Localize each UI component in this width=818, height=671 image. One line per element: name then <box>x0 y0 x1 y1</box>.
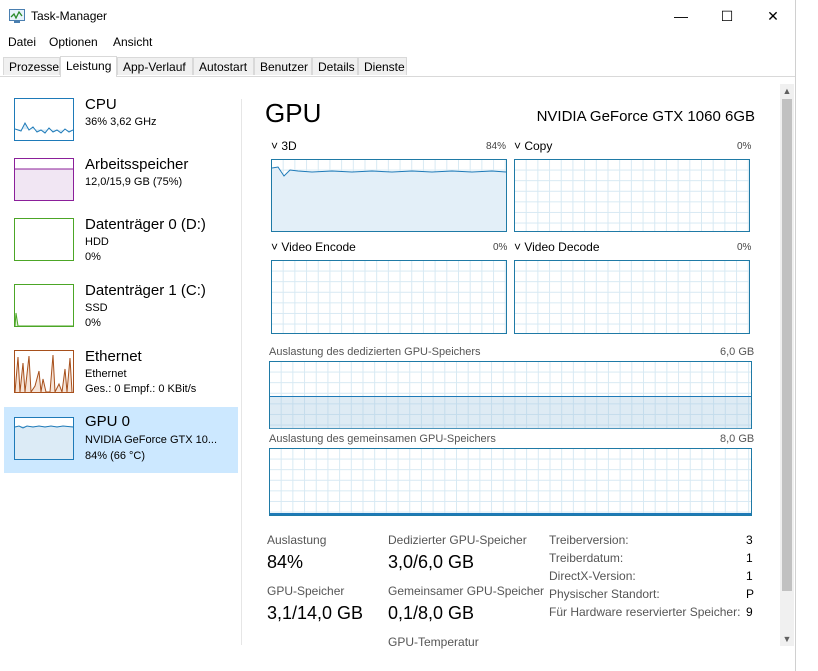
sidebar-sub-datentraeger-0-usage: 0% <box>85 251 101 263</box>
dedicated-memory-stat-label: Dedizierter GPU-Speicher <box>388 533 527 547</box>
sidebar-label-datentraeger-0: Datenträger 0 (D:) <box>85 216 206 233</box>
shared-memory-graph <box>269 448 752 516</box>
physical-location-key: Physischer Standort: <box>549 587 660 601</box>
maximize-button[interactable]: ☐ <box>704 0 750 32</box>
tab-autostart[interactable]: Autostart <box>193 57 254 75</box>
driver-date-value: 1 <box>746 551 753 565</box>
sidebar-label-arbeitsspeicher: Arbeitsspeicher <box>85 156 189 173</box>
engine-copy-graph <box>514 159 750 232</box>
dedicated-memory-fill <box>270 396 751 429</box>
menu-ansicht[interactable]: Ansicht <box>113 35 152 49</box>
dedicated-memory-max: 6,0 GB <box>720 346 755 358</box>
engine-video-decode-name: Video Decode <box>524 240 600 254</box>
driver-version-value: 3 <box>746 533 753 547</box>
dedicated-memory-stat-value: 3,0/6,0 GB <box>388 552 475 572</box>
ethernet-thumbnail-graph <box>14 350 74 393</box>
sidebar-item-cpu[interactable]: CPU 36% 3,62 GHz <box>4 90 238 156</box>
sidebar-sub-arbeitsspeicher: 12,0/15,9 GB (75%) <box>85 176 183 188</box>
scroll-down-arrow-icon[interactable]: ▼ <box>780 632 794 646</box>
engine-3d-percent: 84% <box>486 141 507 152</box>
tab-leistung[interactable]: Leistung <box>60 56 117 77</box>
directx-version-key: DirectX-Version: <box>549 569 636 583</box>
engine-video-encode-label[interactable]: ˅ Video Encode <box>271 240 356 254</box>
scroll-up-arrow-icon[interactable]: ▲ <box>780 84 794 98</box>
sidebar-item-datentraeger-1[interactable]: Datenträger 1 (C:) SSD 0% <box>4 276 238 342</box>
engine-3d-label[interactable]: ˅ 3D <box>271 139 297 153</box>
utilization-value: 84% <box>267 552 304 572</box>
engine-copy-percent: 0% <box>737 141 752 152</box>
sidebar-item-gpu-0[interactable]: GPU 0 NVIDIA GeForce GTX 10... 84% (66 °… <box>4 407 238 473</box>
memory-thumbnail-graph <box>14 158 74 201</box>
dedicated-memory-label: Auslastung des dedizierten GPU-Speichers <box>269 346 481 358</box>
sidebar-label-datentraeger-1: Datenträger 1 (C:) <box>85 282 206 299</box>
engine-copy-name: Copy <box>524 139 553 153</box>
tab-app-verlauf[interactable]: App-Verlauf <box>117 57 193 75</box>
shared-memory-stat-label: Gemeinsamer GPU-Speicher <box>388 584 545 598</box>
gpu-model-name: NVIDIA GeForce GTX 1060 6GB <box>536 108 755 125</box>
engine-copy-label[interactable]: ˅ Copy <box>514 139 552 153</box>
close-button[interactable]: ✕ <box>750 0 796 32</box>
gpu-memory-value: 3,1/14,0 GB <box>267 603 364 623</box>
sidebar-sub-gpu-0-model: NVIDIA GeForce GTX 10... <box>85 434 218 446</box>
minimize-button[interactable]: — <box>658 0 704 32</box>
shared-memory-stat-value: 0,1/8,0 GB <box>388 603 475 623</box>
sidebar-item-ethernet[interactable]: Ethernet Ethernet Ges.: 0 Empf.: 0 KBit/… <box>4 342 238 408</box>
sidebar-label-gpu-0: GPU 0 <box>85 413 131 430</box>
shared-memory-max: 8,0 GB <box>720 433 755 445</box>
physical-location-value: P <box>746 587 755 601</box>
tab-benutzer[interactable]: Benutzer <box>254 57 312 75</box>
sidebar-sub-ethernet-throughput: Ges.: 0 Empf.: 0 KBit/s <box>85 383 197 395</box>
utilization-label: Auslastung <box>267 533 327 547</box>
reserved-memory-key: Für Hardware reservierter Speicher: <box>549 605 741 619</box>
tab-prozesse[interactable]: Prozesse <box>3 57 60 75</box>
sidebar-label-ethernet: Ethernet <box>85 348 142 365</box>
dedicated-memory-graph <box>269 361 752 429</box>
engine-3d-graph <box>271 159 507 232</box>
sidebar-sub-cpu: 36% 3,62 GHz <box>85 116 157 128</box>
gpu-temperature-label: GPU-Temperatur <box>388 635 479 649</box>
menu-optionen[interactable]: Optionen <box>49 35 98 49</box>
shared-memory-fill <box>270 513 751 515</box>
engine-video-encode-percent: 0% <box>493 242 508 253</box>
disk1-thumbnail-graph <box>14 284 74 327</box>
window-title: Task-Manager <box>31 9 108 23</box>
task-manager-icon <box>9 9 25 23</box>
sidebar-label-cpu: CPU <box>85 96 117 113</box>
title-bar: Task-Manager — ☐ ✕ <box>0 0 795 32</box>
sidebar-sub-datentraeger-1-usage: 0% <box>85 317 101 329</box>
gpu-memory-label: GPU-Speicher <box>267 584 345 598</box>
engine-video-decode-percent: 0% <box>737 242 752 253</box>
scrollbar-thumb[interactable] <box>782 99 792 591</box>
engine-video-decode-label[interactable]: ˅ Video Decode <box>514 240 600 254</box>
directx-version-value: 1 <box>746 569 753 583</box>
page-title: GPU <box>265 98 322 128</box>
sidebar-sub-datentraeger-0-type: HDD <box>85 236 109 248</box>
cpu-thumbnail-graph <box>14 98 74 141</box>
tab-bar: Prozesse Leistung App-Verlauf Autostart … <box>0 56 795 77</box>
sidebar-sub-datentraeger-1-type: SSD <box>85 302 108 314</box>
gpu-thumbnail-graph <box>14 417 74 460</box>
sidebar-sub-ethernet-name: Ethernet <box>85 368 127 380</box>
sidebar-sub-gpu-0-usage: 84% (66 °C) <box>85 450 146 462</box>
tab-details[interactable]: Details <box>312 57 358 75</box>
engine-video-encode-name: Video Encode <box>281 240 356 254</box>
shared-memory-label: Auslastung des gemeinsamen GPU-Speichers <box>269 433 496 445</box>
driver-version-key: Treiberversion: <box>549 533 629 547</box>
task-manager-window: Task-Manager — ☐ ✕ Datei Optionen Ansich… <box>0 0 796 671</box>
tab-dienste[interactable]: Dienste <box>358 57 407 75</box>
menu-datei[interactable]: Datei <box>8 35 36 49</box>
sidebar-item-datentraeger-0[interactable]: Datenträger 0 (D:) HDD 0% <box>4 210 238 276</box>
engine-video-encode-graph <box>271 260 507 334</box>
sidebar-item-arbeitsspeicher[interactable]: Arbeitsspeicher 12,0/15,9 GB (75%) <box>4 150 238 216</box>
driver-date-key: Treiberdatum: <box>549 551 624 565</box>
engine-video-decode-graph <box>514 260 750 334</box>
disk0-thumbnail-graph <box>14 218 74 261</box>
engine-3d-name: 3D <box>281 139 297 153</box>
pane-divider <box>241 99 242 645</box>
reserved-memory-value: 9 <box>746 605 753 619</box>
